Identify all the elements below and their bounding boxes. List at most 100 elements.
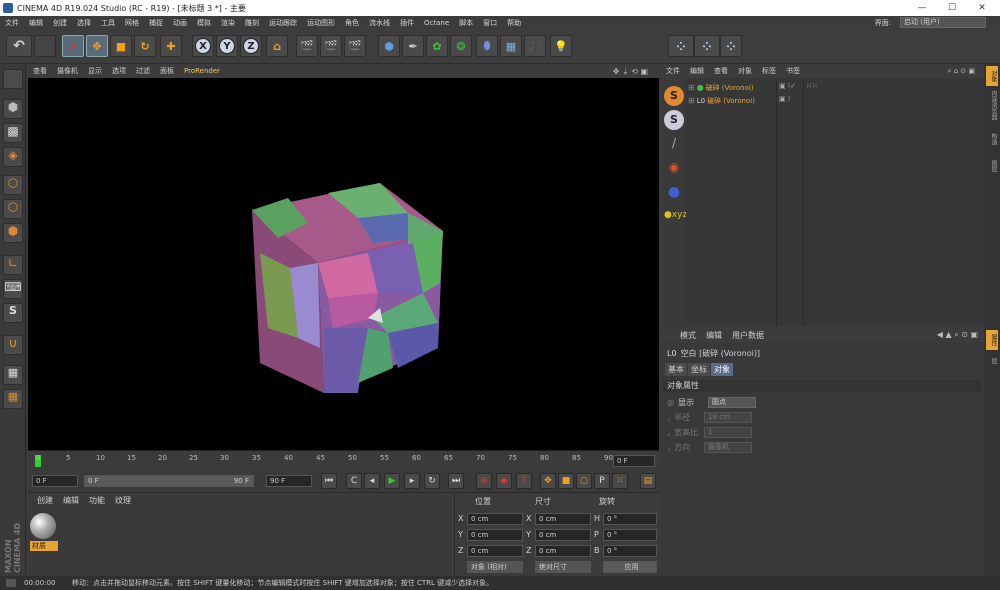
redo-button[interactable] — [34, 35, 56, 57]
position-y-field[interactable]: 0 cm — [467, 529, 523, 541]
menu-window[interactable]: 窗口 — [478, 18, 502, 28]
visibility-toggles[interactable]: ▣ ⁞✓ — [779, 82, 796, 90]
snap-button[interactable]: S — [3, 303, 23, 323]
octane-settings-button[interactable]: ⁘ — [720, 35, 742, 57]
cube-object-button[interactable]: ⬢ — [378, 35, 400, 57]
menu-script[interactable]: 脚本 — [454, 18, 478, 28]
display-select[interactable]: 圆点 — [707, 397, 756, 408]
line-tool-icon[interactable]: / — [664, 136, 684, 156]
target-icon[interactable]: ◉ — [664, 160, 684, 180]
model-mode-button[interactable]: ⬢ — [3, 99, 23, 119]
axis-mode-button[interactable]: ∟ — [3, 255, 23, 275]
rotation-p-field[interactable]: 0 ° — [603, 529, 657, 541]
viewport-menu-options[interactable]: 选项 — [107, 66, 131, 76]
tab-objects[interactable]: 对象 — [986, 66, 998, 86]
minimize-button[interactable]: — — [907, 0, 937, 16]
viewport-menu-display[interactable]: 显示 — [83, 66, 107, 76]
menu-sculpt[interactable]: 雕刻 — [240, 18, 264, 28]
radio-icon[interactable]: ◎ — [667, 398, 674, 407]
expand-icon[interactable]: ⊞ — [688, 96, 695, 105]
key-position-button[interactable]: ✥ — [540, 473, 556, 489]
tag-icon[interactable]: ⁙⁙ — [806, 82, 818, 90]
viewport-nav-icons[interactable]: ✥ ⇣ ⟲ ▣ — [608, 67, 653, 76]
timeline-ruler[interactable]: 0 5 10 15 20 25 30 35 40 45 50 55 60 65 … — [28, 450, 659, 470]
menu-help[interactable]: 帮助 — [502, 18, 526, 28]
tab-layer[interactable]: 层 — [986, 352, 998, 370]
xyz-axis-icon[interactable]: ●xyz — [664, 210, 687, 230]
tab-layers[interactable]: 图层 — [986, 156, 998, 176]
obj-menu-edit[interactable]: 编辑 — [685, 66, 709, 76]
size-mode-select[interactable]: 绝对尺寸 — [535, 561, 591, 573]
tab-content-browser[interactable]: 内容浏览器 — [986, 88, 998, 122]
autokey-button[interactable]: ◉ — [496, 473, 512, 489]
radius-field[interactable]: 10 cm — [704, 412, 753, 423]
workplane-settings-button[interactable]: ▦ — [3, 389, 23, 409]
size-z-field[interactable]: 0 cm — [535, 545, 591, 557]
menu-motion-tracking[interactable]: 运动跟踪 — [264, 18, 302, 28]
radio-icon[interactable]: ◞ — [667, 443, 670, 452]
workplane-mode-button[interactable]: ◈ — [3, 147, 23, 167]
edges-mode-button[interactable]: ⬡ — [3, 199, 23, 219]
tab-object[interactable]: 对象 — [711, 363, 733, 376]
viewport-menu-view[interactable]: 查看 — [28, 66, 52, 76]
position-z-field[interactable]: 0 cm — [467, 545, 523, 557]
key-pla-button[interactable]: ⁙ — [612, 473, 628, 489]
live-selection-button[interactable]: ➚ — [62, 35, 84, 57]
rotate-tool-button[interactable]: ↻ — [134, 35, 156, 57]
deformer-button[interactable]: ⬮ — [476, 35, 498, 57]
tweak-mode-button[interactable]: ⌨ — [3, 279, 23, 299]
viewport-menu-cameras[interactable]: 摄像机 — [52, 66, 83, 76]
material-menu-function[interactable]: 功能 — [84, 495, 110, 506]
viewport-menu-filter[interactable]: 过滤 — [131, 66, 155, 76]
close-button[interactable]: ✕ — [967, 0, 997, 16]
camera-button[interactable]: 🎥 — [524, 35, 546, 57]
tab-attributes[interactable]: 属性 — [986, 330, 998, 350]
prev-key-button[interactable]: C — [346, 473, 362, 489]
tab-coord[interactable]: 坐标 — [688, 363, 710, 376]
keyframe-selection-button[interactable]: ? — [516, 473, 532, 489]
prev-frame-button[interactable]: ◂ — [364, 473, 380, 489]
rotation-h-field[interactable]: 0 ° — [603, 513, 657, 525]
make-editable-button[interactable] — [3, 69, 23, 89]
points-mode-button[interactable]: ⬡ — [3, 175, 23, 195]
object-row[interactable]: ⊞ L0 破碎 (Voronoi) — [688, 95, 776, 106]
apply-button[interactable]: 应用 — [603, 561, 657, 573]
texture-mode-button[interactable]: ▩ — [3, 123, 23, 143]
menu-create[interactable]: 创建 — [48, 18, 72, 28]
mograph-cloner-button[interactable]: ❂ — [450, 35, 472, 57]
move-tool-button[interactable]: ✥ — [86, 35, 108, 57]
material-menu-create[interactable]: 创建 — [32, 495, 58, 506]
coordinate-system-button[interactable]: ⌂ — [266, 35, 288, 57]
viewport-menu-prorender[interactable]: ProRender — [179, 67, 225, 75]
obj-menu-file[interactable]: 文件 — [661, 66, 685, 76]
snap-s-orange-icon[interactable]: S — [664, 86, 684, 106]
play-button[interactable]: ▶ — [384, 473, 400, 489]
x-axis-lock-button[interactable]: X — [192, 35, 214, 57]
menu-mesh[interactable]: 网格 — [120, 18, 144, 28]
menu-file[interactable]: 文件 — [0, 18, 24, 28]
attr-menu-userdata[interactable]: 用户数据 — [727, 330, 769, 341]
record-button[interactable]: ⊘ — [476, 473, 492, 489]
obj-menu-bookmarks[interactable]: 书签 — [781, 66, 805, 76]
render-picture-viewer-button[interactable]: 🎬 — [320, 35, 342, 57]
maximize-button[interactable]: ☐ — [937, 0, 967, 16]
start-frame-field[interactable]: 0 F — [32, 475, 78, 487]
viewport-menu-panel[interactable]: 面板 — [155, 66, 179, 76]
material-swatch[interactable]: 材质 — [30, 513, 58, 553]
floor-button[interactable]: ▦ — [500, 35, 522, 57]
frame-range-slider[interactable]: 0 F 90 F — [84, 475, 254, 487]
material-menu-texture[interactable]: 纹理 — [110, 495, 136, 506]
menu-select[interactable]: 选择 — [72, 18, 96, 28]
object-row[interactable]: ⊞ ● 破碎 (Voronoi) — [688, 82, 776, 93]
attr-menu-mode[interactable]: 模式 — [675, 330, 701, 341]
orientation-select[interactable]: 摄像机 — [704, 442, 753, 453]
menu-edit[interactable]: 编辑 — [24, 18, 48, 28]
z-axis-lock-button[interactable]: Z — [240, 35, 262, 57]
menu-simulate[interactable]: 模拟 — [192, 18, 216, 28]
scale-tool-button[interactable]: ■ — [110, 35, 132, 57]
menu-character[interactable]: 角色 — [340, 18, 364, 28]
snap-s-blue-icon[interactable]: S — [664, 110, 684, 130]
tab-structure[interactable]: 构造 — [986, 124, 998, 154]
next-frame-button[interactable]: ▸ — [404, 473, 420, 489]
pen-spline-button[interactable]: ✒ — [402, 35, 424, 57]
